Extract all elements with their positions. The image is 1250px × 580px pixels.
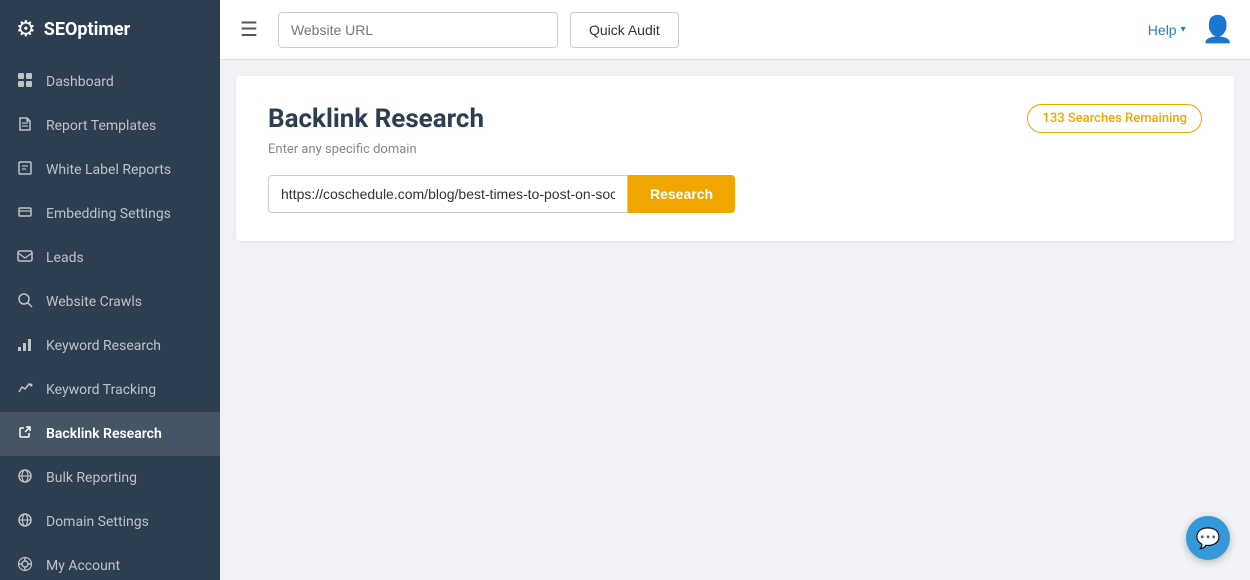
sidebar-item-report-templates[interactable]: Report Templates: [0, 104, 220, 148]
website-url-input[interactable]: [278, 12, 558, 48]
logo-icon: ⚙: [16, 17, 36, 42]
sidebar-item-backlink-research[interactable]: Backlink Research: [0, 412, 220, 456]
content-panel: Backlink Research 133 Searches Remaining…: [236, 76, 1234, 241]
domain-input[interactable]: [268, 175, 628, 213]
searches-remaining-badge: 133 Searches Remaining: [1027, 104, 1202, 133]
sidebar-label-white-label-reports: White Label Reports: [46, 162, 171, 178]
sidebar-label-dashboard: Dashboard: [46, 74, 114, 90]
report-templates-icon: [16, 116, 34, 136]
sidebar-item-domain-settings[interactable]: Domain Settings: [0, 500, 220, 544]
sidebar-label-keyword-research: Keyword Research: [46, 338, 161, 354]
sidebar-label-domain-settings: Domain Settings: [46, 514, 149, 530]
sidebar-label-website-crawls: Website Crawls: [46, 294, 142, 310]
backlink-research-icon: [16, 424, 34, 444]
sidebar-item-keyword-research[interactable]: Keyword Research: [0, 324, 220, 368]
sidebar-item-website-crawls[interactable]: Website Crawls: [0, 280, 220, 324]
logo: ⚙ SEOptimer: [0, 0, 220, 60]
chat-icon: 💬: [1196, 526, 1221, 551]
subtitle: Enter any specific domain: [268, 142, 1202, 157]
page-title: Backlink Research: [268, 104, 484, 134]
sidebar-item-leads[interactable]: Leads: [0, 236, 220, 280]
bottom-area: [220, 257, 1250, 580]
bulk-reporting-icon: [16, 468, 34, 488]
sidebar-label-my-account: My Account: [46, 558, 120, 574]
white-label-reports-icon: [16, 160, 34, 180]
sidebar-item-embedding-settings[interactable]: Embedding Settings: [0, 192, 220, 236]
chat-button[interactable]: 💬: [1186, 516, 1230, 560]
sidebar-item-keyword-tracking[interactable]: Keyword Tracking: [0, 368, 220, 412]
help-button[interactable]: Help ▾: [1148, 22, 1186, 38]
sidebar-item-my-account[interactable]: My Account: [0, 544, 220, 580]
sidebar-label-backlink-research: Backlink Research: [46, 426, 162, 442]
logo-text: SEOptimer: [44, 19, 131, 40]
sidebar-label-keyword-tracking: Keyword Tracking: [46, 382, 156, 398]
sidebar-item-bulk-reporting[interactable]: Bulk Reporting: [0, 456, 220, 500]
my-account-icon: [16, 556, 34, 576]
topbar: ⚙ SEOptimer ☰ Quick Audit Help ▾ 👤: [0, 0, 1250, 60]
sidebar-label-leads: Leads: [46, 250, 84, 266]
domain-settings-icon: [16, 512, 34, 532]
sidebar-item-white-label-reports[interactable]: White Label Reports: [0, 148, 220, 192]
dashboard-icon: [16, 72, 34, 92]
website-crawls-icon: [16, 292, 34, 312]
help-label: Help: [1148, 22, 1177, 38]
leads-icon: [16, 248, 34, 268]
user-avatar-icon[interactable]: 👤: [1202, 15, 1234, 45]
chevron-down-icon: ▾: [1181, 24, 1186, 35]
sidebar-item-dashboard[interactable]: Dashboard: [0, 60, 220, 104]
sidebar-label-bulk-reporting: Bulk Reporting: [46, 470, 137, 486]
main-layout: Dashboard Report Templates White Label Rep…: [0, 60, 1250, 580]
hamburger-button[interactable]: ☰: [232, 13, 266, 46]
topbar-right: Help ▾ 👤: [1148, 15, 1234, 45]
content-area: Backlink Research 133 Searches Remaining…: [220, 60, 1250, 580]
content-header: Backlink Research 133 Searches Remaining: [268, 104, 1202, 134]
embedding-settings-icon: [16, 204, 34, 224]
research-button[interactable]: Research: [628, 175, 735, 213]
keyword-research-icon: [16, 336, 34, 356]
sidebar-label-report-templates: Report Templates: [46, 118, 156, 134]
search-row: Research: [268, 175, 1202, 213]
quick-audit-button[interactable]: Quick Audit: [570, 12, 679, 48]
sidebar-label-embedding-settings: Embedding Settings: [46, 206, 171, 222]
sidebar: Dashboard Report Templates White Label Rep…: [0, 60, 220, 580]
keyword-tracking-icon: [16, 380, 34, 400]
